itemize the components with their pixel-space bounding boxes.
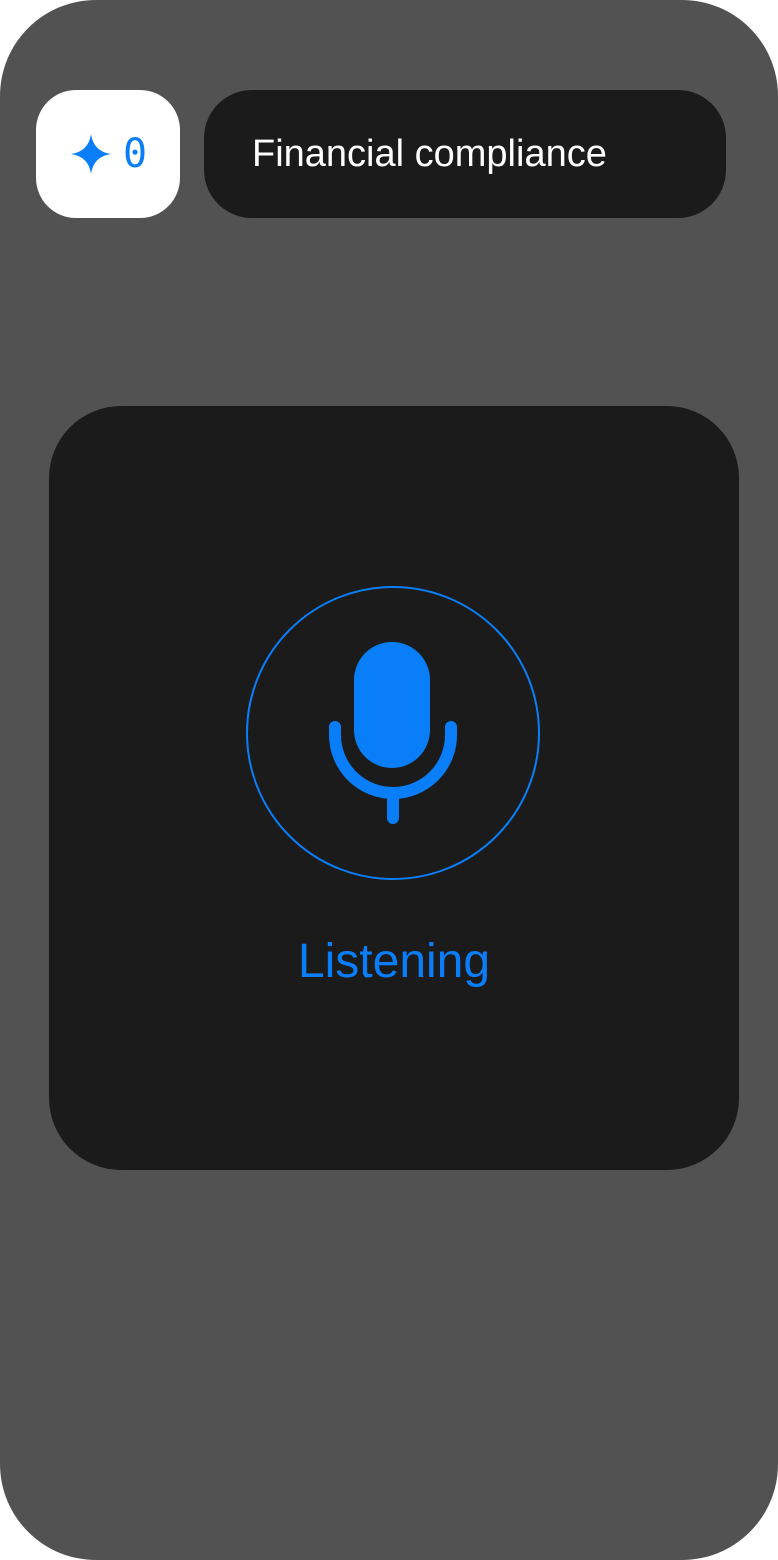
microphone-icon xyxy=(329,642,457,824)
listening-status: Listening xyxy=(297,935,491,988)
sparkle-star-icon xyxy=(70,134,111,174)
voice-input-card: Listening xyxy=(49,406,739,1170)
score-badge[interactable]: 0 xyxy=(36,90,180,218)
topic-pill[interactable]: Financial compliance xyxy=(204,90,726,218)
score-value: 0 xyxy=(122,131,148,177)
topic-label: Financial compliance xyxy=(252,132,607,175)
app-screen: 0 Financial compliance Listening xyxy=(0,0,778,1560)
microphone-button[interactable] xyxy=(246,586,540,880)
